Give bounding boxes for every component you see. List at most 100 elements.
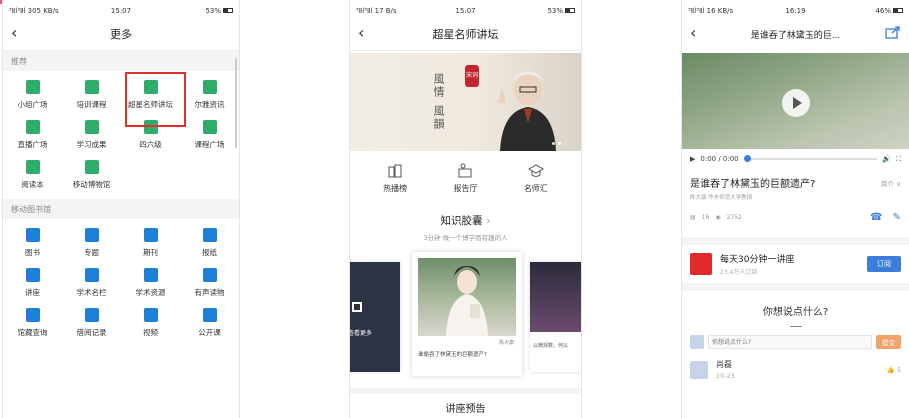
capsule-carousel[interactable]: 查看更多 陈大康 谁偷吞了林黛玉的巨额遗产? 以微观数，何以 — [350, 252, 581, 382]
comment-date: 10-23 — [716, 372, 735, 380]
lecture-preview-header[interactable]: 讲座预告 — [350, 388, 581, 418]
fullscreen-icon[interactable]: ⛶ — [896, 155, 901, 164]
network-speed: ³Ⅱl³Ⅱl 17 B/s — [356, 6, 397, 15]
grid-item-label: 学习成果 — [76, 140, 107, 149]
training-icon — [84, 80, 99, 94]
views-icon: ◉ — [715, 214, 721, 221]
play-small-icon[interactable]: ▶ — [690, 155, 695, 163]
grid-item[interactable]: 视频 — [121, 303, 180, 343]
video-title: 是谁吞了林黛玉的巨额遗产? — [690, 179, 816, 190]
lecture-hall-screen: ³Ⅱl³Ⅱl 17 B/s 15:07 53% ‹ 超星名师讲坛 風情 風韻 宋… — [349, 0, 582, 418]
nav-bar: ‹ 更多 — [3, 17, 239, 51]
grid-item-label: 学术名栏 — [76, 288, 107, 297]
grid-item[interactable]: 馆藏查询 — [3, 303, 62, 343]
grid-item[interactable]: 讲座 — [3, 263, 62, 303]
teachers-icon — [527, 163, 544, 177]
grid-item-label: 移动博物馆 — [72, 180, 111, 189]
section-title: 知识胶囊 — [440, 215, 483, 227]
edit-icon[interactable]: ✎ — [893, 212, 901, 223]
open-course-icon — [202, 308, 217, 322]
capsule-card[interactable]: 陈大康 谁偷吞了林黛玉的巨额遗产? — [412, 252, 522, 376]
grid-item[interactable]: 报纸 — [180, 223, 239, 263]
recommend-grid: 小组广场 培训课程 超星名师讲坛 尔雅资讯 直播广场 学习成果 四六级 课程广场 阅读本 移动博物… — [3, 71, 239, 195]
grid-item[interactable]: 专题 — [62, 223, 121, 263]
subscribe-button[interactable]: 订阅 — [867, 256, 901, 272]
divider — [682, 283, 909, 291]
section-subtitle: 3分钟·做一个博学而有趣的人 — [423, 234, 508, 242]
battery-indicator: 53% — [205, 7, 233, 15]
knowledge-capsule-header[interactable]: 知识胶囊 › 3分钟·做一个博学而有趣的人 — [350, 203, 581, 242]
grid-item[interactable]: 课程广场 — [180, 115, 239, 155]
video-player[interactable] — [682, 53, 909, 149]
thumbs-up-icon: 👍 — [886, 365, 895, 374]
grid-item[interactable]: 阅读本 — [3, 155, 62, 195]
card-view-more[interactable]: 查看更多 — [350, 262, 400, 372]
grid-item[interactable]: 公开课 — [180, 303, 239, 343]
like-button[interactable]: 👍 5 — [887, 366, 901, 374]
video-detail-screen: ³Ⅱl³Ⅱl 16 KB/s 16:19 46% ‹ 是谁吞了林黛玉的巨... … — [681, 0, 909, 418]
grid-item[interactable]: 学术资源 — [121, 263, 180, 303]
play-icon[interactable] — [782, 89, 810, 117]
speaker-photo — [498, 71, 556, 151]
battery-icon — [565, 8, 575, 13]
course-square-icon — [202, 120, 217, 134]
newspaper-icon — [202, 228, 217, 242]
grid-item[interactable]: 移动博物馆 — [62, 155, 121, 195]
submit-button[interactable]: 提交 — [876, 335, 901, 349]
hot-list-icon — [388, 164, 402, 177]
quick-teachers[interactable]: 名师汇 — [524, 163, 548, 194]
grid-item-label: 直播广场 — [17, 140, 48, 149]
grid-item-label: 小组广场 — [17, 100, 48, 109]
grid-item-label: 学术资源 — [135, 288, 166, 297]
share-icon[interactable] — [885, 25, 901, 39]
card-next[interactable]: 以微观数，何以 — [530, 262, 581, 372]
quick-report-hall[interactable]: 报告厅 — [453, 163, 477, 194]
intro-toggle[interactable]: 简介 ∨ — [881, 178, 901, 188]
grid-item[interactable]: 图书 — [3, 223, 62, 263]
grid-item[interactable]: 直播广场 — [3, 115, 62, 155]
column-icon — [84, 268, 99, 282]
grid-item[interactable]: 小组广场 — [3, 75, 62, 115]
back-button[interactable]: ‹ — [11, 23, 17, 42]
battery-icon — [223, 8, 233, 13]
grid-item[interactable]: 有声读物 — [180, 263, 239, 303]
seek-bar[interactable] — [743, 155, 878, 162]
headphones-icon[interactable]: ☎ — [870, 212, 882, 223]
grid-item[interactable]: 借阅记录 — [62, 303, 121, 343]
back-button[interactable]: ‹ — [690, 23, 696, 42]
seek-knob[interactable] — [743, 155, 751, 162]
grid-item[interactable]: 学习成果 — [62, 115, 121, 155]
channel-row[interactable]: 每天30分钟一讲座 23.4万人订阅 订阅 — [682, 245, 909, 283]
grid-item-label: 阅读本 — [21, 180, 44, 189]
grid-item-label: 尔雅资讯 — [194, 100, 225, 109]
status-bar: ³Ⅱl³Ⅱl 16 KB/s 16:19 46% — [682, 4, 909, 17]
video-author: 陈大康 华东师范大学教授 — [690, 195, 753, 201]
banner-carousel[interactable]: 風情 風韻 宋词 — [350, 53, 581, 151]
grid-item-label: 课程广场 — [194, 140, 225, 149]
page-title: 超星名师讲坛 — [432, 27, 499, 41]
grid-item[interactable]: 尔雅资讯 — [180, 75, 239, 115]
grid-item-label: 图书 — [25, 248, 40, 257]
back-button[interactable]: ‹ — [358, 23, 364, 42]
channel-logo — [690, 253, 712, 275]
banner-seal: 宋词 — [465, 65, 479, 87]
grid-item-label: 四六级 — [139, 140, 162, 149]
catalog-search-icon — [25, 308, 40, 322]
comment-input[interactable] — [708, 335, 872, 349]
network-speed: ³Ⅱl³Ⅱl 16 KB/s — [688, 6, 734, 15]
grid-item[interactable]: 学术名栏 — [62, 263, 121, 303]
audiobook-icon — [202, 268, 217, 282]
quick-hot-list[interactable]: 热播榜 — [383, 163, 407, 194]
volume-icon[interactable]: 🔊 — [882, 155, 891, 163]
video-title-row: 是谁吞了林黛玉的巨额遗产? 简介 ∨ — [682, 169, 909, 190]
card-thumbnail — [418, 258, 516, 336]
grid-item-label: 培训课程 — [76, 100, 107, 109]
battery-indicator: 46% — [875, 7, 903, 15]
grid-item[interactable]: 培训课程 — [62, 75, 121, 115]
library-grid: 图书 专题 期刊 报纸讲座 学术名栏 学术资源 有声读物馆藏查询 借阅记录 视频 公开课 — [3, 219, 239, 343]
grid-item[interactable]: 期刊 — [121, 223, 180, 263]
player-controls: ▶ 0:00 / 0:00 🔊 ⛶ — [682, 149, 909, 169]
comment-prompt: 你想说点什么? — [762, 307, 829, 318]
scrollbar[interactable] — [235, 58, 237, 148]
channel-name: 每天30分钟一讲座 — [720, 255, 795, 265]
